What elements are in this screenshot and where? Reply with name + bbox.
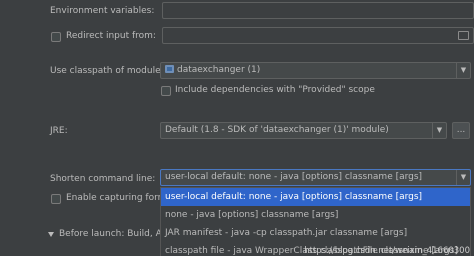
shorten-value: user-local default: none - java [options…	[165, 172, 423, 182]
classpath-label: Use classpath of module:	[50, 66, 164, 76]
module-icon	[165, 65, 174, 73]
shorten-combo[interactable]: user-local default: none - java [options…	[160, 169, 471, 186]
capturing-label: Enable capturing form	[66, 193, 167, 203]
shorten-label: Shorten command line:	[50, 174, 156, 184]
redirect-field[interactable]	[162, 27, 474, 44]
jre-browse-button[interactable]: ...	[452, 122, 470, 139]
chevron-down-icon[interactable]: ▼	[456, 63, 470, 78]
watermark: https://blog.csdn.net/weixin_41660300	[304, 246, 470, 256]
dropdown-option[interactable]: none - java [options] classname [args]	[161, 206, 470, 224]
env-vars-field[interactable]	[162, 2, 474, 19]
expand-triangle-icon[interactable]	[48, 232, 54, 237]
jre-value: Default (1.8 - SDK of 'dataexchanger (1)…	[165, 125, 389, 135]
jre-combo[interactable]: Default (1.8 - SDK of 'dataexchanger (1)…	[160, 122, 447, 139]
before-launch-label[interactable]: Before launch: Build, Act	[59, 229, 170, 239]
dropdown-option[interactable]: JAR manifest - java -cp classpath.jar cl…	[161, 224, 470, 242]
env-vars-label: Environment variables:	[50, 6, 155, 16]
include-deps-label: Include dependencies with "Provided" sco…	[175, 85, 375, 95]
include-deps-checkbox[interactable]	[161, 86, 171, 96]
folder-icon[interactable]	[458, 31, 469, 40]
chevron-down-icon[interactable]: ▼	[432, 123, 446, 138]
classpath-combo[interactable]: dataexchanger (1) ▼	[160, 62, 471, 79]
classpath-value: dataexchanger (1)	[177, 65, 261, 75]
run-configuration-panel: Environment variables: Redirect input fr…	[0, 0, 474, 256]
chevron-down-icon[interactable]: ▼	[456, 170, 470, 185]
dropdown-option[interactable]: user-local default: none - java [options…	[161, 188, 470, 206]
jre-label: JRE:	[50, 126, 68, 136]
redirect-label: Redirect input from:	[66, 31, 156, 41]
redirect-checkbox[interactable]	[51, 32, 61, 42]
capturing-checkbox[interactable]	[51, 194, 61, 204]
